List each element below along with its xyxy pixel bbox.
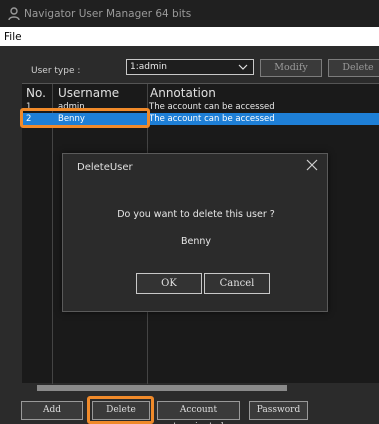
column-divider [52, 84, 53, 384]
cell-annotation: The account can be accessed [149, 114, 275, 124]
table-row[interactable]: 1 admin The account can be accessed [22, 101, 379, 113]
delete-user-dialog: DeleteUser Do you want to delete this us… [62, 153, 328, 312]
title-bar: Navigator User Manager 64 bits [0, 0, 379, 27]
cancel-button[interactable]: Cancel [204, 273, 270, 294]
dialog-message: Do you want to delete this user ? [117, 209, 275, 220]
person-icon [8, 6, 20, 20]
ok-button[interactable]: OK [136, 273, 202, 294]
password-button[interactable]: Password [249, 401, 308, 420]
cell-username: admin [58, 102, 85, 112]
delete-button[interactable]: Delete [92, 401, 150, 420]
menu-bar: File [0, 27, 379, 46]
header-username[interactable]: Username [58, 86, 119, 100]
account-terminated-button[interactable]: Account terminated [157, 401, 240, 424]
cell-no: 2 [26, 114, 32, 124]
horizontal-scrollbar[interactable] [37, 385, 287, 391]
user-type-select[interactable]: 1:admin [126, 59, 254, 75]
user-type-label: User type : [31, 66, 81, 76]
header-annotation[interactable]: Annotation [150, 86, 216, 100]
cell-username: Benny [58, 114, 85, 124]
add-button[interactable]: Add [21, 401, 83, 420]
chevron-down-icon [238, 64, 248, 70]
user-type-value: 1:admin [130, 62, 167, 72]
table-row-selected[interactable]: 2 Benny The account can be accessed [22, 113, 379, 125]
menu-file[interactable]: File [4, 31, 22, 43]
cell-annotation: The account can be accessed [149, 102, 275, 112]
window-title: Navigator User Manager 64 bits [24, 7, 192, 20]
delete-top-button[interactable]: Delete [328, 59, 379, 77]
dialog-username: Benny [180, 236, 212, 247]
header-no[interactable]: No. [26, 86, 46, 100]
modify-button[interactable]: Modify [260, 59, 322, 77]
cell-no: 1 [26, 102, 32, 112]
close-icon[interactable] [306, 159, 318, 171]
dialog-title: DeleteUser [77, 162, 133, 173]
